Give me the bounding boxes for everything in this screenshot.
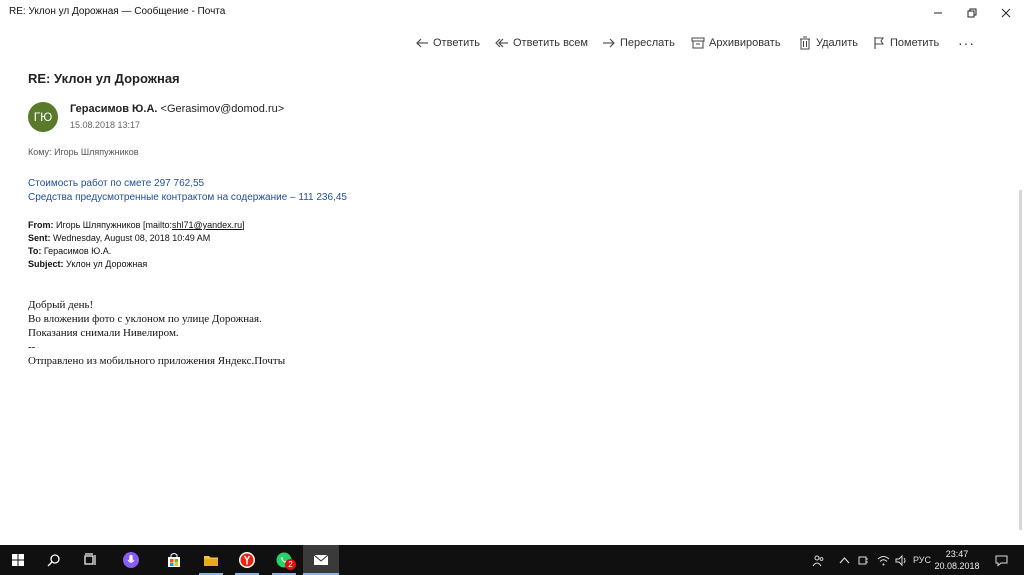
forward-arrow-icon — [603, 38, 615, 48]
taskbar: 2 РУС 23:47 20.08.2018 — [0, 545, 1024, 575]
delete-label: Удалить — [816, 37, 858, 49]
store-bag-icon — [168, 553, 180, 567]
task-view-button[interactable] — [72, 545, 108, 575]
close-icon — [1001, 8, 1011, 18]
reply-arrow-icon — [416, 38, 428, 48]
avatar: ГЮ — [28, 102, 58, 132]
file-explorer-button[interactable] — [193, 545, 229, 575]
mail-envelope-icon — [313, 554, 329, 565]
body-greeting: Добрый день! — [28, 299, 94, 311]
archive-label: Архивировать — [709, 37, 781, 49]
quoted-sent-label: Sent: — [28, 233, 51, 243]
windows-logo-icon — [12, 554, 24, 566]
window-title: RE: Уклон ул Дорожная — Сообщение - Почт… — [9, 6, 226, 17]
body-attachment-note: Во вложении фото с уклоном по улице Доро… — [28, 313, 262, 325]
clock-date: 20.08.2018 — [934, 561, 980, 571]
language-label: РУС — [912, 555, 932, 565]
body-measurement-note: Показания снимали Нивелиром. — [28, 327, 179, 339]
quoted-subject-line: Subject: Уклон ул Дорожная — [28, 259, 147, 269]
flag-icon — [874, 37, 884, 49]
body-signature: Отправлено из мобильного приложения Янде… — [28, 355, 286, 367]
reply-all-button[interactable]: Ответить всем — [495, 32, 588, 54]
volume-indicator[interactable] — [892, 545, 910, 575]
message-subject: RE: Уклон ул Дорожная — [28, 71, 180, 86]
search-icon — [47, 554, 60, 567]
restore-button[interactable] — [955, 0, 989, 26]
quoted-from-line: From: Игорь Шляпужников [mailto:shl71@ya… — [28, 220, 245, 230]
task-view-icon — [84, 553, 96, 565]
archive-icon — [691, 37, 705, 49]
reply-button[interactable]: Ответить — [415, 32, 480, 54]
language-indicator[interactable]: РУС — [911, 545, 933, 575]
forward-button[interactable]: Переслать — [602, 32, 675, 54]
quoted-to-label: To: — [28, 246, 42, 256]
wifi-icon — [877, 555, 889, 565]
whatsapp-unread-badge: 2 — [285, 559, 296, 570]
microphone-icon — [123, 552, 139, 568]
to-recipient[interactable]: Игорь Шляпужников — [54, 147, 138, 157]
quoted-from-end: ] — [242, 220, 245, 230]
cost-estimate-line: Стоимость работ по смете 297 762,55 — [28, 178, 205, 189]
battery-indicator[interactable] — [854, 545, 872, 575]
quoted-from-email-link[interactable]: shl71@yandex.ru — [172, 220, 242, 230]
voice-assistant-button[interactable] — [113, 545, 149, 575]
quoted-sent-value: Wednesday, August 08, 2018 10:49 AM — [53, 233, 211, 243]
battery-icon — [858, 556, 868, 564]
recipients-line: Кому: Игорь Шляпужников — [28, 147, 139, 157]
quoted-subject-value: Уклон ул Дорожная — [66, 259, 148, 269]
notification-icon — [995, 555, 1007, 567]
start-button[interactable] — [0, 545, 36, 575]
minimize-icon — [934, 12, 942, 14]
sender[interactable]: Герасимов Ю.А. <Gerasimov@domod.ru> — [70, 103, 284, 115]
message-date: 15.08.2018 13:17 — [70, 120, 141, 130]
speaker-icon — [895, 554, 905, 566]
reply-all-label: Ответить всем — [513, 37, 588, 49]
people-icon — [812, 555, 823, 566]
search-button[interactable] — [36, 545, 72, 575]
reply-all-icon — [495, 38, 508, 48]
quoted-from-label: From: — [28, 220, 54, 230]
more-actions-button[interactable]: ··· — [958, 32, 975, 54]
more-icon: ··· — [958, 35, 975, 51]
system-clock[interactable]: 23:47 20.08.2018 — [932, 548, 982, 572]
network-indicator[interactable] — [874, 545, 892, 575]
title-bar: RE: Уклон ул Дорожная — Сообщение - Почт… — [0, 0, 1024, 26]
chevron-up-icon — [839, 556, 849, 563]
message-toolbar: Ответить Ответить всем Переслать Архивир… — [0, 32, 1024, 54]
reply-label: Ответить — [433, 37, 481, 49]
quoted-to-value: Герасимов Ю.А. — [43, 246, 112, 256]
yandex-browser-button[interactable] — [229, 545, 265, 575]
yandex-browser-icon — [239, 552, 255, 568]
body-signature-separator: -- — [28, 341, 36, 353]
mail-app-button[interactable] — [303, 545, 339, 575]
archive-button[interactable]: Архивировать — [691, 32, 781, 54]
quoted-to-line: To: Герасимов Ю.А. — [28, 246, 111, 256]
trash-icon — [800, 36, 810, 50]
store-button[interactable] — [156, 545, 192, 575]
flag-label: Пометить — [890, 37, 940, 49]
restore-icon — [967, 8, 977, 18]
flag-button[interactable]: Пометить — [872, 32, 939, 54]
show-hidden-icons-button[interactable] — [836, 545, 852, 575]
contract-funds-line: Средства предусмотренные контрактом на с… — [28, 192, 347, 203]
close-button[interactable] — [989, 0, 1023, 26]
scrollbar[interactable] — [1019, 190, 1022, 530]
quoted-subject-label: Subject: — [28, 259, 64, 269]
quoted-sent-line: Sent: Wednesday, August 08, 2018 10:49 A… — [28, 233, 210, 243]
minimize-button[interactable] — [921, 0, 955, 26]
folder-icon — [204, 556, 218, 566]
delete-button[interactable]: Удалить — [798, 32, 858, 54]
to-label: Кому: — [28, 147, 52, 157]
forward-label: Переслать — [620, 37, 675, 49]
quoted-from-value: Игорь Шляпужников [mailto: — [56, 220, 172, 230]
whatsapp-button[interactable]: 2 — [266, 545, 302, 575]
people-button[interactable] — [808, 545, 828, 575]
clock-time: 23:47 — [945, 549, 969, 559]
action-center-button[interactable] — [990, 545, 1012, 575]
sender-email: <Gerasimov@domod.ru> — [160, 103, 285, 115]
sender-name: Герасимов Ю.А. — [70, 103, 158, 115]
